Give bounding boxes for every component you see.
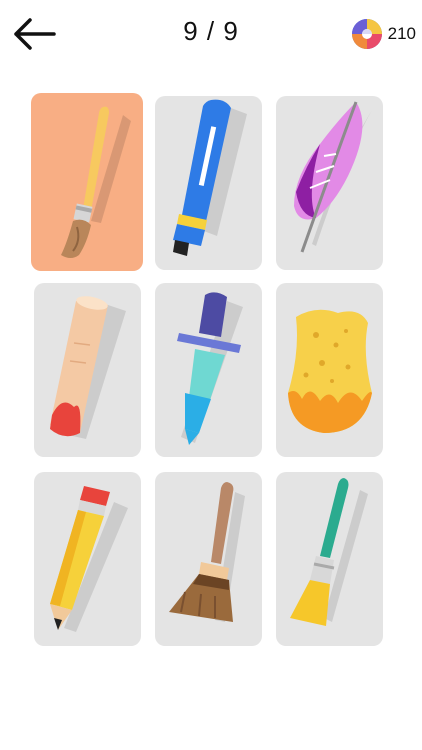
- flat-brush-icon: [290, 478, 368, 626]
- tool-card-feather[interactable]: [276, 96, 383, 270]
- paint-roller-icon: [50, 296, 126, 439]
- broom-brush-icon: [169, 482, 245, 622]
- marker-icon: [173, 99, 247, 256]
- tool-card-broom[interactable]: [155, 472, 262, 646]
- dropper-icon: [177, 292, 243, 445]
- tool-card-flat-brush[interactable]: [276, 472, 383, 646]
- tool-card-sponge[interactable]: [276, 283, 383, 457]
- tool-card-roller[interactable]: [34, 283, 141, 457]
- feather-quill-icon: [294, 101, 372, 253]
- sponge-icon: [288, 309, 372, 433]
- tool-card-dropper[interactable]: [155, 283, 262, 457]
- tool-grid: [0, 0, 422, 750]
- tool-card-pencil[interactable]: [34, 472, 141, 646]
- pencil-icon: [50, 486, 128, 632]
- tool-card-marker[interactable]: [155, 96, 262, 270]
- paintbrush-icon: [61, 106, 131, 258]
- tool-card-paintbrush[interactable]: [31, 93, 143, 271]
